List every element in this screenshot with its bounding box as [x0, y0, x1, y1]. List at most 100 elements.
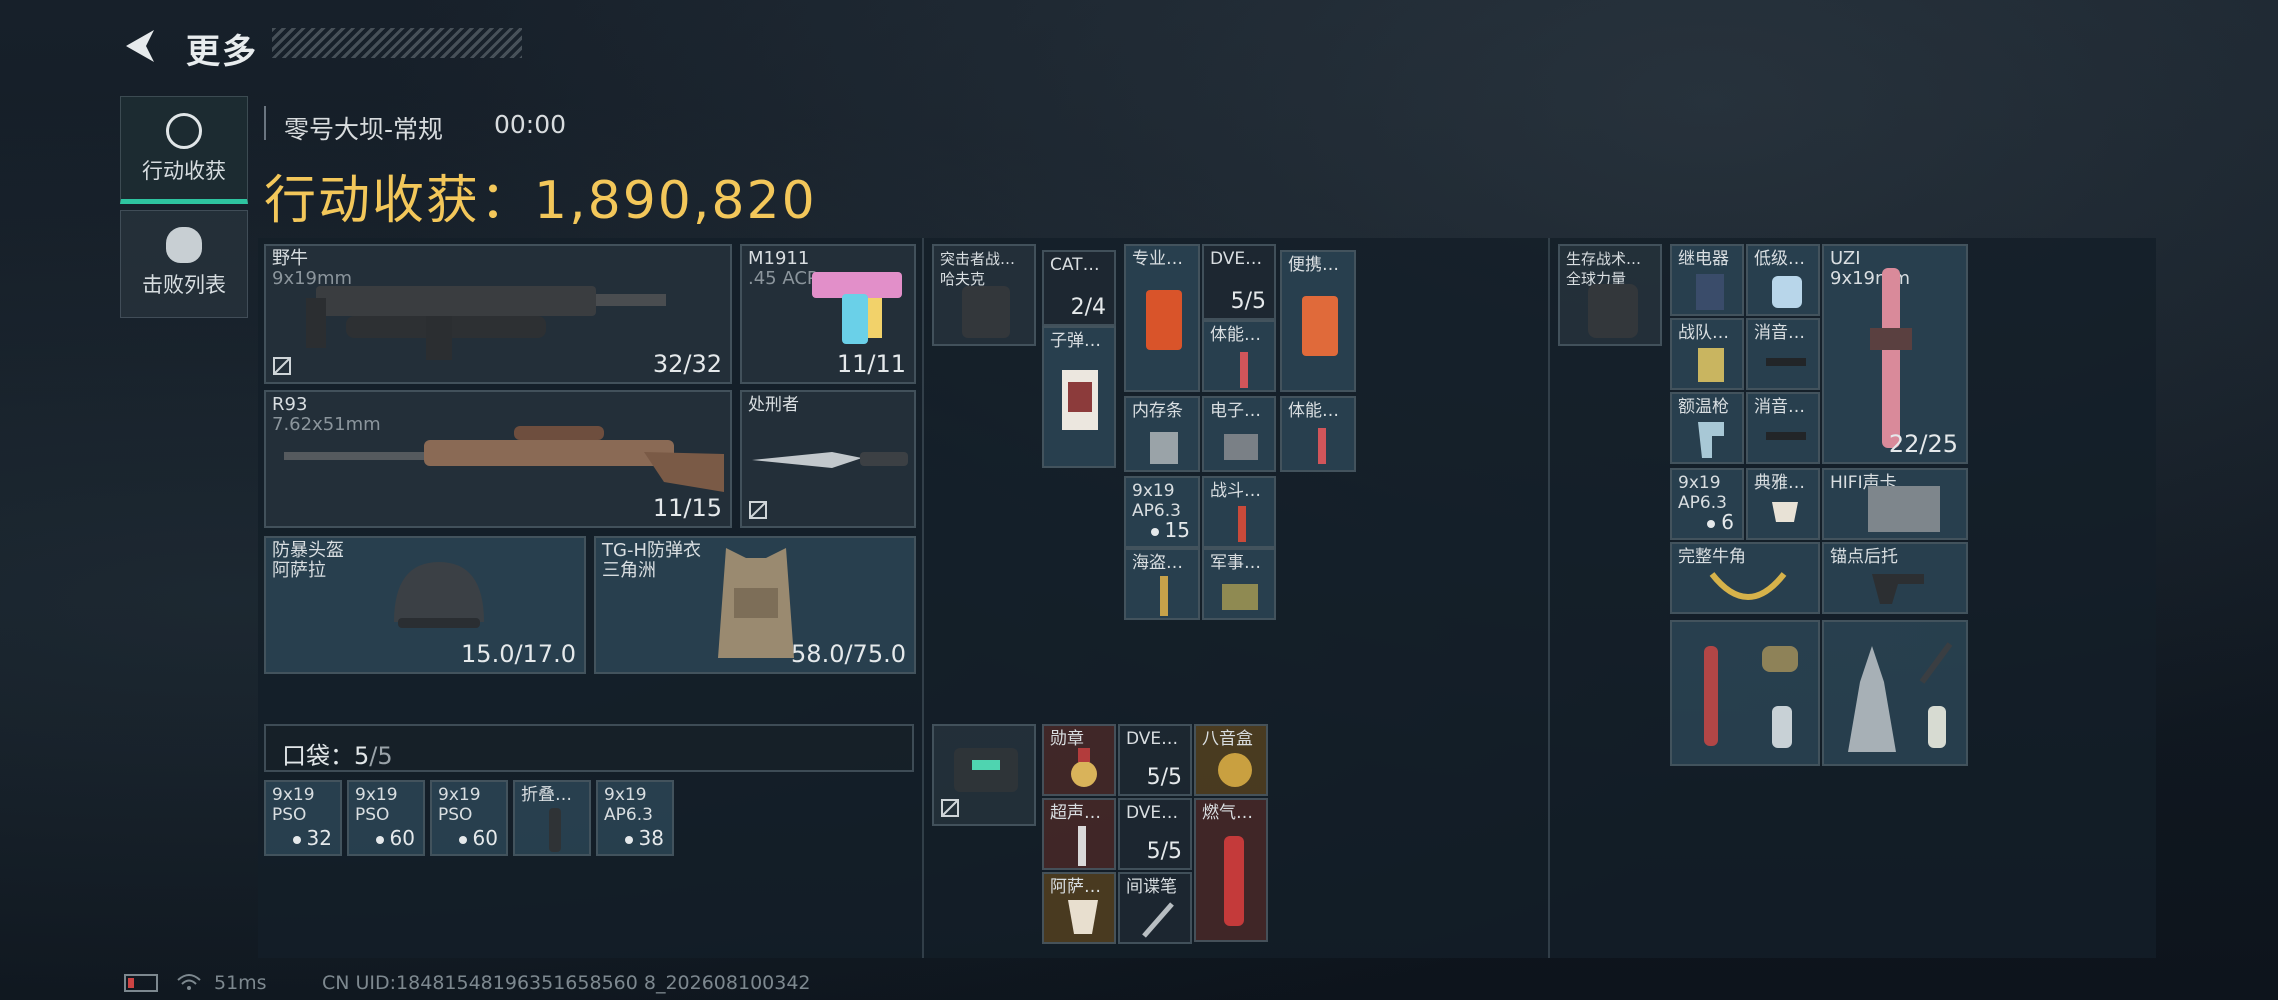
backpack-item-thermometer[interactable]: 额温枪: [1670, 392, 1744, 464]
pocket-item[interactable]: 9x19 AP6.3 38: [596, 780, 674, 856]
armor-sub: 三角洲: [602, 560, 656, 581]
safe-item-dve2[interactable]: DVE… 5/5: [1118, 724, 1192, 796]
item-count: 5/5: [1230, 289, 1266, 314]
skull-icon: [166, 227, 202, 263]
item-name: 9x19: [438, 785, 481, 805]
safe-item-dve3[interactable]: DVE… 5/5: [1118, 798, 1192, 870]
safe-item-spy-pen[interactable]: 间谍笔: [1118, 872, 1192, 944]
item-name: CAT…: [1050, 255, 1100, 275]
syringe-icon: [1240, 352, 1248, 388]
safe-item-gas[interactable]: 燃气…: [1194, 798, 1268, 942]
ammo-count: 32/32: [652, 350, 722, 378]
item-name: 专业…: [1132, 249, 1183, 269]
ammo-count: 11/11: [836, 350, 906, 378]
safe-box-slot[interactable]: [932, 724, 1036, 826]
item-name: 军事…: [1210, 553, 1261, 573]
rig-item-pirate[interactable]: 海盗…: [1124, 548, 1200, 620]
pocket-item[interactable]: 9x19 PSO 32: [264, 780, 342, 856]
horn-icon: [1709, 572, 1787, 600]
melee-slot[interactable]: 处刑者: [740, 390, 916, 528]
backpack-item-tea-set[interactable]: 典雅…: [1746, 468, 1820, 540]
pen-icon: [1142, 902, 1174, 938]
tab-loot-label: 行动收获: [142, 159, 226, 183]
tool-icon: [1160, 576, 1168, 616]
backpack-item-uzi[interactable]: UZI 9x19mm 22/25: [1822, 244, 1968, 464]
durability: 58.0/75.0: [791, 640, 906, 668]
durability: 15.0/17.0: [461, 640, 576, 668]
chest-rig-slot[interactable]: 突击者战… 哈夫克: [932, 244, 1036, 346]
back-arrow-icon[interactable]: [120, 26, 160, 66]
pocket-item[interactable]: 9x19 PSO 60: [347, 780, 425, 856]
item-name: DVE…: [1210, 249, 1263, 269]
rig-item-portable[interactable]: 便携…: [1280, 250, 1356, 392]
item-name: 低级…: [1754, 249, 1805, 269]
loot-total-label: 行动收获：: [264, 171, 535, 231]
item-count: 15: [1164, 518, 1190, 542]
backpack-item-ap-ammo[interactable]: 9x19 AP6.3 6: [1670, 468, 1744, 540]
rig-item-stamina2[interactable]: 体能…: [1280, 396, 1356, 472]
backpack-slot[interactable]: 生存战术… 全球力量: [1558, 244, 1662, 346]
rig-item-military[interactable]: 军事…: [1202, 548, 1276, 620]
primary-weapon-slot[interactable]: 野牛 9x19mm 32/32: [264, 244, 732, 384]
pocket-item[interactable]: 9x19 PSO 60: [430, 780, 508, 856]
rig-item-memory[interactable]: 内存条: [1124, 396, 1200, 472]
weapon-name: 野牛: [272, 248, 308, 269]
safe-item-music-box[interactable]: 八音盒: [1194, 724, 1268, 796]
armor-slot[interactable]: TG-H防弹衣 三角洲 58.0/75.0: [594, 536, 916, 674]
tab-loot[interactable]: 行动收获: [120, 96, 248, 204]
pliers-icon: [1704, 646, 1718, 746]
backpack-item-relay[interactable]: 继电器: [1670, 244, 1744, 316]
item-sub: PSO: [355, 805, 390, 825]
backpack-item-team[interactable]: 战队…: [1670, 318, 1744, 390]
item-name: 锚点后托: [1830, 547, 1898, 567]
tab-kills[interactable]: 击败列表: [120, 210, 248, 318]
safe-item-ultrasonic[interactable]: 超声…: [1042, 798, 1116, 870]
map-name: 零号大坝-常规: [284, 115, 444, 144]
helmet-slot[interactable]: 防暴头盔 阿萨拉 15.0/17.0: [264, 536, 586, 674]
gas-canister-icon: [1224, 836, 1244, 926]
rig-item-stamina[interactable]: 体能…: [1202, 320, 1276, 392]
pocket-capacity: /5: [369, 742, 393, 770]
item-name: 体能…: [1210, 325, 1261, 345]
item-name: 9x19: [355, 785, 398, 805]
stock-icon: [1872, 574, 1924, 604]
item-name: 子弹…: [1050, 331, 1101, 351]
ammo-box-icon: [1062, 370, 1098, 430]
pocket-used: 5: [354, 742, 370, 770]
rig-item-cat[interactable]: CAT… 2/4: [1042, 250, 1116, 326]
syringe-icon: [1078, 826, 1086, 866]
knife-icon: [752, 452, 908, 468]
backpack-item-horn[interactable]: 完整牛角: [1670, 542, 1820, 614]
item-count: 6: [1721, 510, 1734, 534]
rig-item-ammo-box[interactable]: 子弹…: [1042, 326, 1116, 468]
panel-divider: [1548, 238, 1550, 958]
pistol-slot[interactable]: M1911 .45 ACP 11/11: [740, 244, 916, 384]
item-name: 消音…: [1754, 397, 1805, 417]
tab-kills-label: 击败列表: [142, 273, 226, 297]
rig-item-combat[interactable]: 战斗…: [1202, 476, 1276, 548]
backpack-item-silencer2[interactable]: 消音…: [1746, 392, 1820, 464]
rig-item-dve1[interactable]: DVE… 5/5: [1202, 244, 1276, 320]
knife-icon: [1919, 642, 1953, 684]
pistol-icon: [812, 272, 902, 344]
memory-chip-icon: [1150, 432, 1178, 464]
weapon-name: M1911: [748, 248, 810, 269]
safe-item-cup[interactable]: 阿萨…: [1042, 872, 1116, 944]
rig-item-ap-ammo[interactable]: 9x19 AP6.3 15: [1124, 476, 1200, 548]
backpack-tools-group[interactable]: [1670, 620, 1820, 766]
relay-icon: [1696, 274, 1724, 310]
rig-item-pro[interactable]: 专业…: [1124, 244, 1200, 392]
item-name: 燃气…: [1202, 803, 1253, 823]
item-name: 折叠…: [521, 785, 572, 805]
backpack-item-silencer1[interactable]: 消音…: [1746, 318, 1820, 390]
backpack-statue-group[interactable]: [1822, 620, 1968, 766]
safe-item-medal[interactable]: 勋章: [1042, 724, 1116, 796]
rig-item-electronic[interactable]: 电子…: [1202, 396, 1276, 472]
armor-name: TG-H防弹衣: [602, 540, 701, 561]
pocket-item[interactable]: 折叠…: [513, 780, 591, 856]
backpack-item-anchor-stock[interactable]: 锚点后托: [1822, 542, 1968, 614]
backpack-item-hifi[interactable]: HIFI声卡: [1822, 468, 1968, 540]
secondary-weapon-slot[interactable]: R93 7.62x51mm 11/15: [264, 390, 732, 528]
item-name: 便携…: [1288, 255, 1339, 275]
backpack-item-low[interactable]: 低级…: [1746, 244, 1820, 316]
